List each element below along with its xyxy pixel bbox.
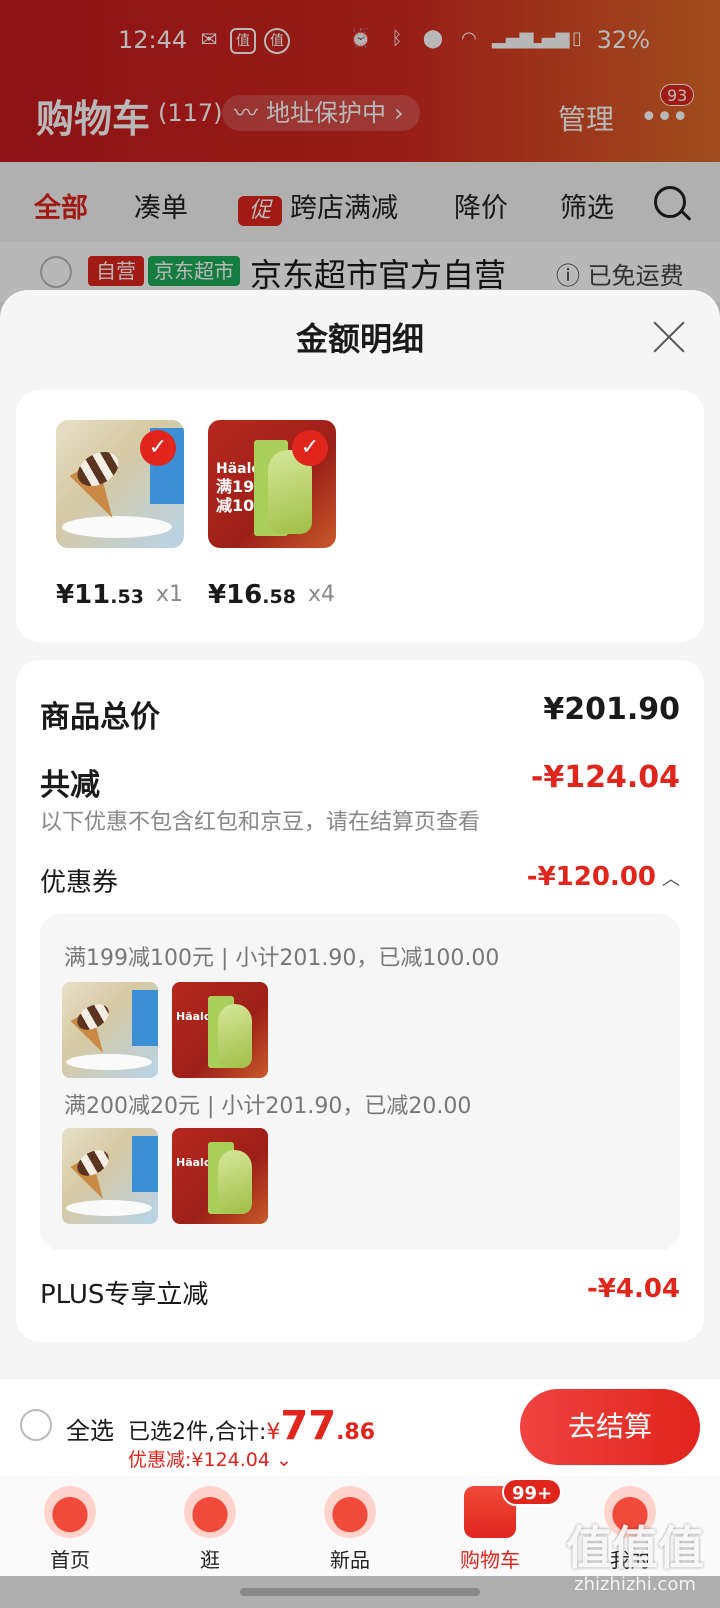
home-icon xyxy=(44,1486,96,1538)
reduction-value: -¥124.04 xyxy=(530,760,680,795)
product-thumbnail: Häalo 满199 减100 ✓ xyxy=(208,420,336,548)
item-qty: x4 xyxy=(308,582,336,607)
select-all-radio[interactable] xyxy=(20,1409,52,1441)
item-price: ¥11.53 xyxy=(56,580,144,610)
cart-icon: 99+ xyxy=(464,1478,563,1538)
coupon-details: 满199减100元 | 小计201.90，已减100.00 Häalo 满200… xyxy=(40,914,680,1250)
watermark-text: zhizhizhi.com xyxy=(574,1574,696,1595)
plus-discount-row: PLUS专享立减 -¥4.04 xyxy=(40,1274,680,1310)
coupon-label: 优惠券 xyxy=(40,868,119,898)
product-item[interactable]: ✓ xyxy=(56,420,186,548)
gift-box-icon xyxy=(324,1486,376,1538)
selected-count-text: 已选2件,合计: xyxy=(128,1420,267,1445)
total-price-value: ¥201.90 xyxy=(543,692,680,727)
chevron-up-icon: ︿ xyxy=(662,869,680,890)
watermark: 值值值 zhizhizhi.com xyxy=(560,1522,710,1602)
tab-cart[interactable]: 99+ 购物车 xyxy=(440,1478,563,1573)
coupon-line: 满200减20元 | 小计201.90，已减20.00 xyxy=(64,1094,472,1119)
check-icon: ✓ xyxy=(140,430,176,466)
sheet-title: 金额明细 xyxy=(295,320,424,358)
product-item[interactable]: Häalo 满199 减100 ✓ xyxy=(208,420,338,548)
tab-home[interactable]: 首页 xyxy=(20,1486,120,1573)
check-icon: ✓ xyxy=(292,430,328,466)
selected-items-card: ✓ ¥11.53 x1 Häalo 满199 减100 ✓ ¥16.58 x4 xyxy=(16,390,704,642)
total-price-label: 商品总价 xyxy=(40,700,160,735)
total-price-row: 商品总价 ¥201.90 xyxy=(40,692,680,735)
browse-icon xyxy=(184,1486,236,1538)
chevron-down-icon: ⌄ xyxy=(276,1449,292,1471)
plus-discount-value: -¥4.04 xyxy=(586,1274,680,1304)
coupon-product-thumbnail: Häalo xyxy=(172,1128,268,1224)
coupon-line: 满199减100元 | 小计201.90，已减100.00 xyxy=(64,946,500,971)
cart-badge: 99+ xyxy=(502,1478,563,1506)
total-amount: 77 xyxy=(280,1403,337,1449)
price-detail-card: 商品总价 ¥201.90 共减 -¥124.04 以下优惠不包含红包和京豆，请在… xyxy=(16,660,704,1342)
checkout-button[interactable]: 去结算 xyxy=(520,1389,700,1465)
amount-detail-sheet: 金额明细 ✓ ¥11.53 x1 Häalo 满199 减100 ✓ ¥16.58… xyxy=(0,290,720,1378)
select-all-label[interactable]: 全选 xyxy=(66,1411,114,1446)
tab-new[interactable]: 新品 xyxy=(300,1486,400,1573)
home-indicator[interactable] xyxy=(240,1588,480,1596)
coupon-row[interactable]: 优惠券 -¥120.00 ︿ xyxy=(40,862,680,898)
coupon-value: -¥120.00 ︿ xyxy=(526,862,680,892)
product-thumbnail: ✓ xyxy=(56,420,184,548)
coupon-product-thumbnail xyxy=(62,982,158,1078)
reduction-note: 以下优惠不包含红包和京豆，请在结算页查看 xyxy=(40,810,481,835)
reduction-row: 共减 -¥124.04 xyxy=(40,760,680,803)
item-price: ¥16.58 xyxy=(208,580,296,610)
coupon-product-thumbnail xyxy=(62,1128,158,1224)
discount-summary[interactable]: 优惠减:¥124.04 ⌄ xyxy=(128,1445,292,1472)
item-qty: x1 xyxy=(156,582,184,607)
total-summary: 已选2件,合计:¥77.86 xyxy=(128,1403,376,1449)
plus-discount-label: PLUS专享立减 xyxy=(40,1280,209,1310)
checkout-bar: 全选 已选2件,合计:¥77.86 优惠减:¥124.04 ⌄ 去结算 xyxy=(0,1378,720,1476)
tab-browse[interactable]: 逛 xyxy=(160,1486,260,1573)
watermark-logo: 值值值 xyxy=(566,1521,704,1575)
coupon-product-thumbnail: Häalo xyxy=(172,982,268,1078)
reduction-label: 共减 xyxy=(40,768,100,803)
close-icon[interactable] xyxy=(652,320,686,354)
